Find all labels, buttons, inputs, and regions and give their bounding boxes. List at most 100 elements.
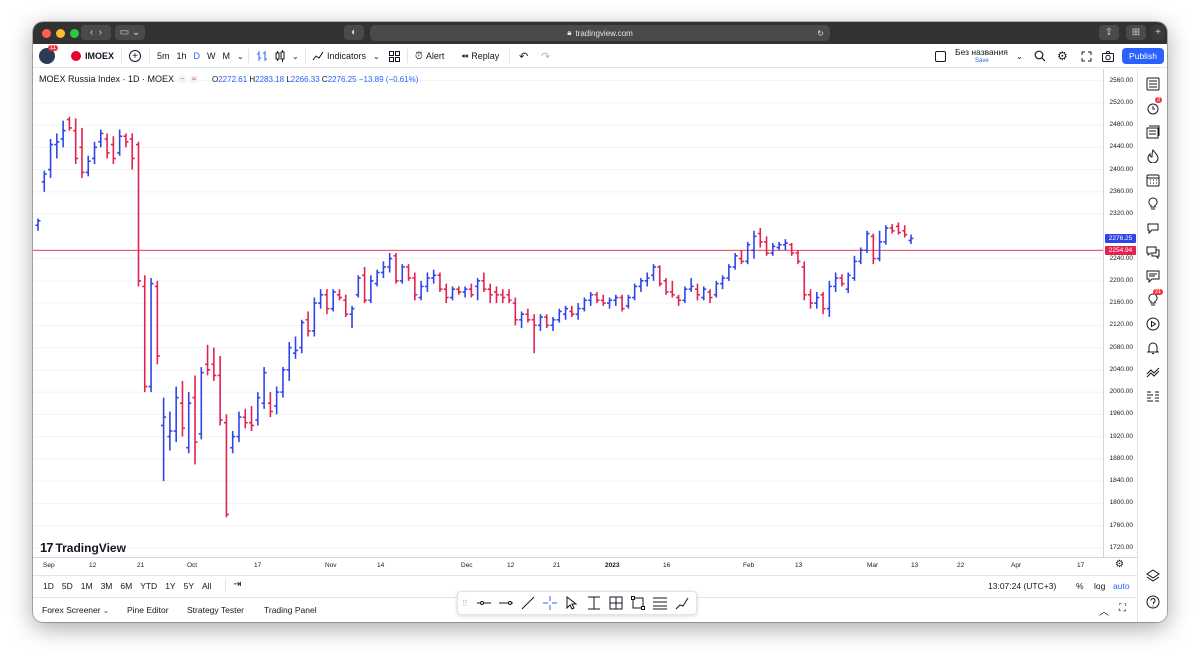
data-window-icon[interactable] — [1146, 125, 1160, 139]
interval-w[interactable]: W — [207, 51, 216, 61]
chart-pane[interactable]: 17 TradingView — [33, 69, 1103, 557]
minimize-window-button[interactable] — [56, 29, 65, 38]
go-to-date-icon[interactable]: ⇥ — [233, 579, 241, 590]
settings-button[interactable]: ⚙︎ — [1057, 44, 1068, 68]
range-1d[interactable]: 1D — [43, 581, 54, 591]
tab-strategy-tester[interactable]: Strategy Tester — [187, 605, 244, 615]
search-button[interactable] — [1034, 44, 1046, 68]
chevron-right-icon[interactable]: › — [99, 27, 102, 38]
ideas-lightbulb-icon[interactable] — [1146, 197, 1160, 211]
range-1y[interactable]: 1Y — [165, 581, 175, 591]
price-axis[interactable]: 2560.00 2520.00 2480.00 2440.00 2400.00 2360.… — [1103, 69, 1137, 557]
dom-icon[interactable] — [1146, 389, 1160, 403]
legend-collapse-icon[interactable]: − — [178, 75, 187, 83]
undo-button[interactable]: ↶ — [519, 44, 528, 68]
notifications-icon[interactable]: 21 — [1146, 289, 1164, 307]
templates-button[interactable] — [389, 44, 400, 68]
ohlc-bar — [493, 286, 499, 304]
calendar-icon[interactable] — [1146, 173, 1160, 187]
new-tab-button[interactable]: + — [1151, 25, 1165, 40]
horizontal-line-tool[interactable] — [496, 594, 516, 612]
cursor-tool[interactable] — [562, 594, 582, 612]
symbol-name[interactable]: IMOEX — [85, 51, 114, 61]
candles-icon[interactable] — [274, 50, 286, 62]
chart-type-selector[interactable]: ⌄ — [256, 44, 299, 68]
interval-5m[interactable]: 5m — [157, 51, 170, 61]
trend-line-tool[interactable] — [518, 594, 538, 612]
avatar[interactable]: 11 — [39, 45, 59, 64]
layout-menu-chevron[interactable]: ⌄ — [1016, 44, 1023, 68]
messages-icon[interactable] — [1146, 245, 1160, 259]
symbol-search[interactable]: IMOEX — [71, 44, 114, 68]
crosshair-tool[interactable] — [540, 594, 560, 612]
price-chart[interactable] — [33, 69, 1103, 557]
path-tool[interactable] — [672, 594, 692, 612]
fullscreen-button[interactable] — [1081, 44, 1092, 68]
price-label: 2360.00 — [1109, 187, 1134, 195]
layers-icon[interactable] — [1146, 569, 1160, 583]
range-1m[interactable]: 1M — [81, 581, 93, 591]
percent-toggle[interactable]: % — [1076, 581, 1084, 591]
range-ytd[interactable]: YTD — [140, 581, 157, 591]
address-bar[interactable]: 🔒︎ tradingview.com ↻ — [370, 25, 830, 41]
chat-bubble-icon[interactable] — [1146, 269, 1160, 283]
maximize-window-button[interactable] — [70, 29, 79, 38]
axis-settings-icon[interactable]: ⚙︎ — [1115, 559, 1124, 570]
maximize-panel-icon[interactable]: ⛶ — [1119, 603, 1126, 614]
ohlc-bar — [713, 280, 719, 298]
reload-icon[interactable]: ↻ — [817, 29, 824, 38]
horizontal-ray-tool[interactable] — [474, 594, 494, 612]
range-5y[interactable]: 5Y — [184, 581, 194, 591]
alerts-clock-icon[interactable]: 3 — [1146, 97, 1163, 115]
interval-m[interactable]: M — [223, 51, 231, 61]
snapshot-button[interactable] — [1102, 44, 1114, 68]
log-toggle[interactable]: log — [1094, 581, 1105, 591]
compare-symbol-button[interactable]: + — [129, 44, 141, 68]
range-6m[interactable]: 6M — [120, 581, 132, 591]
legend-title[interactable]: MOEX Russia Index · 1D · MOEX — [39, 74, 174, 84]
range-5d[interactable]: 5D — [62, 581, 73, 591]
sidebar-toggle-button[interactable]: ▭ ⌄ — [115, 25, 145, 40]
share-button[interactable]: ⇪ — [1099, 25, 1119, 40]
chats-icon[interactable] — [1146, 221, 1160, 235]
hotlist-flame-icon[interactable] — [1146, 149, 1160, 163]
bell-icon[interactable] — [1146, 341, 1160, 355]
privacy-shield-button[interactable]: ◐ — [344, 25, 364, 40]
ohlc-bars-icon[interactable] — [256, 50, 268, 62]
indicators-button[interactable]: Indicators ⌄ — [312, 44, 380, 68]
price-range-tool[interactable] — [584, 594, 604, 612]
chevron-down-icon[interactable]: ⌄ — [237, 52, 244, 61]
back-forward-buttons[interactable]: ‹ › — [81, 25, 111, 40]
tab-pine-editor[interactable]: Pine Editor — [127, 605, 169, 615]
range-all[interactable]: All — [202, 581, 211, 591]
user-menu[interactable]: 11 — [39, 44, 59, 68]
chevron-left-icon[interactable]: ‹ — [90, 27, 93, 38]
trading-activity-icon[interactable] — [1146, 365, 1160, 379]
chevron-up-icon[interactable]: ︿ — [1099, 603, 1109, 618]
replay-button[interactable]: ⏪︎ Replay — [461, 44, 499, 68]
time-axis[interactable]: Sep 12 21 Oct 17 Nov 14 Dec 12 21 2023 16 Feb 13 Mar 13… — [33, 557, 1137, 573]
close-window-button[interactable] — [42, 29, 51, 38]
interval-1h[interactable]: 1h — [177, 51, 187, 61]
streams-icon[interactable] — [1146, 317, 1160, 331]
clock[interactable]: 13:07:24 (UTC+3) — [988, 581, 1056, 591]
layout-name-menu[interactable]: Без названия Save — [955, 44, 1008, 68]
range-3m[interactable]: 3M — [101, 581, 113, 591]
layout-checkbox[interactable] — [935, 44, 946, 68]
fib-retracement-tool[interactable] — [650, 594, 670, 612]
tab-trading-panel[interactable]: Trading Panel — [264, 605, 317, 615]
date-price-range-tool[interactable] — [606, 594, 626, 612]
watchlist-icon[interactable] — [1146, 77, 1160, 91]
help-icon[interactable] — [1146, 595, 1160, 609]
alert-button[interactable]: ⏰︎ Alert — [415, 44, 444, 68]
rectangle-tool[interactable] — [628, 594, 648, 612]
tab-overview-button[interactable]: ⊞ — [1126, 25, 1146, 40]
interval-d[interactable]: D — [194, 51, 201, 61]
chevron-down-icon[interactable]: ⌄ — [292, 52, 299, 61]
legend-compare-icon[interactable]: ≈ — [190, 75, 198, 83]
redo-button[interactable]: ↷ — [541, 44, 550, 68]
tab-forex-screener[interactable]: Forex Screener ⌄ — [42, 605, 109, 615]
drag-handle-icon[interactable]: ⠿ — [462, 599, 472, 608]
auto-toggle[interactable]: auto — [1113, 581, 1130, 591]
publish-button[interactable]: Publish — [1122, 48, 1164, 64]
